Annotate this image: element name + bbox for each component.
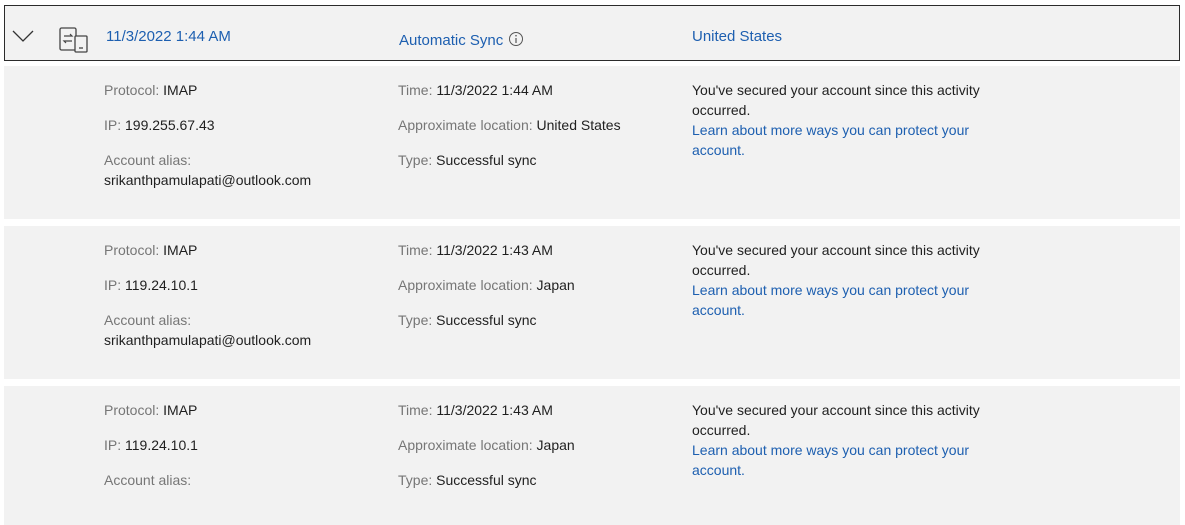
ip-label: IP: bbox=[104, 117, 122, 133]
alias-value: srikanthpamulapati@outlook.com bbox=[104, 172, 312, 188]
type-field: Type: Successful sync bbox=[398, 150, 537, 170]
alias-field: Account alias: bbox=[104, 470, 191, 490]
security-note: You've secured your account since this a… bbox=[692, 240, 992, 320]
location-value: Japan bbox=[536, 437, 575, 453]
chevron-down-icon[interactable] bbox=[11, 28, 35, 44]
type-value: Successful sync bbox=[436, 152, 537, 168]
time-label: Time: bbox=[398, 242, 433, 258]
activity-header-row[interactable]: 11/3/2022 1:44 AM Automatic Sync United … bbox=[4, 5, 1180, 61]
location-field: Approximate location: Japan bbox=[398, 275, 575, 295]
type-field: Type: Successful sync bbox=[398, 470, 537, 490]
security-note: You've secured your account since this a… bbox=[692, 400, 992, 480]
time-label: Time: bbox=[398, 82, 433, 98]
protocol-label: Protocol: bbox=[104, 82, 160, 98]
location-label: Approximate location: bbox=[398, 277, 533, 293]
ip-label: IP: bbox=[104, 437, 122, 453]
alias-field: Account alias: srikanthpamulapati@outloo… bbox=[104, 150, 311, 190]
alias-label: Account alias: bbox=[104, 152, 192, 168]
device-sync-icon bbox=[59, 27, 88, 53]
ip-label: IP: bbox=[104, 277, 122, 293]
protocol-label: Protocol: bbox=[104, 402, 160, 418]
alias-value: srikanthpamulapati@outlook.com bbox=[104, 332, 312, 348]
ip-field: IP: 119.24.10.1 bbox=[104, 435, 198, 455]
protocol-value: IMAP bbox=[163, 242, 198, 258]
activity-date-link[interactable]: 11/3/2022 1:44 AM bbox=[106, 28, 231, 45]
protect-account-link[interactable]: Learn about more ways you can protect yo… bbox=[692, 280, 992, 320]
protocol-field: Protocol: IMAP bbox=[104, 240, 197, 260]
time-value: 11/3/2022 1:43 AM bbox=[436, 242, 553, 258]
protect-account-link[interactable]: Learn about more ways you can protect yo… bbox=[692, 120, 992, 160]
alias-field: Account alias: srikanthpamulapati@outloo… bbox=[104, 310, 311, 350]
security-note-text: You've secured your account since this a… bbox=[692, 242, 980, 278]
protect-account-link[interactable]: Learn about more ways you can protect yo… bbox=[692, 440, 992, 480]
location-value: Japan bbox=[536, 277, 575, 293]
location-label: Approximate location: bbox=[398, 117, 533, 133]
protocol-value: IMAP bbox=[163, 402, 198, 418]
ip-value: 119.24.10.1 bbox=[125, 437, 198, 453]
type-field: Type: Successful sync bbox=[398, 310, 537, 330]
time-value: 11/3/2022 1:44 AM bbox=[436, 82, 553, 98]
time-field: Time: 11/3/2022 1:44 AM bbox=[398, 80, 553, 100]
type-value: Successful sync bbox=[436, 472, 537, 488]
info-icon[interactable] bbox=[508, 31, 524, 47]
location-field: Approximate location: Japan bbox=[398, 435, 575, 455]
security-note: You've secured your account since this a… bbox=[692, 80, 992, 160]
protocol-field: Protocol: IMAP bbox=[104, 400, 197, 420]
alias-label: Account alias: bbox=[104, 312, 192, 328]
activity-location-link[interactable]: United States bbox=[692, 28, 782, 45]
type-label: Type: bbox=[398, 312, 433, 328]
time-field: Time: 11/3/2022 1:43 AM bbox=[398, 400, 553, 420]
location-value: United States bbox=[536, 117, 621, 133]
ip-value: 119.24.10.1 bbox=[125, 277, 198, 293]
protocol-value: IMAP bbox=[163, 82, 198, 98]
time-field: Time: 11/3/2022 1:43 AM bbox=[398, 240, 553, 260]
protocol-field: Protocol: IMAP bbox=[104, 80, 197, 100]
ip-value: 199.255.67.43 bbox=[125, 117, 215, 133]
ip-field: IP: 119.24.10.1 bbox=[104, 275, 198, 295]
time-label: Time: bbox=[398, 402, 433, 418]
activity-type-link[interactable]: Automatic Sync bbox=[399, 32, 503, 49]
type-label: Type: bbox=[398, 472, 433, 488]
type-value: Successful sync bbox=[436, 312, 537, 328]
type-label: Type: bbox=[398, 152, 433, 168]
ip-field: IP: 199.255.67.43 bbox=[104, 115, 215, 135]
time-value: 11/3/2022 1:43 AM bbox=[436, 402, 553, 418]
security-note-text: You've secured your account since this a… bbox=[692, 82, 980, 118]
location-label: Approximate location: bbox=[398, 437, 533, 453]
activity-detail-card: Protocol: IMAP IP: 119.24.10.1 Account a… bbox=[4, 386, 1180, 525]
activity-detail-card: Protocol: IMAP IP: 119.24.10.1 Account a… bbox=[4, 226, 1180, 379]
protocol-label: Protocol: bbox=[104, 242, 160, 258]
security-note-text: You've secured your account since this a… bbox=[692, 402, 980, 438]
activity-detail-card: Protocol: IMAP IP: 199.255.67.43 Account… bbox=[4, 66, 1180, 219]
location-field: Approximate location: United States bbox=[398, 115, 621, 135]
alias-label: Account alias: bbox=[104, 472, 192, 488]
